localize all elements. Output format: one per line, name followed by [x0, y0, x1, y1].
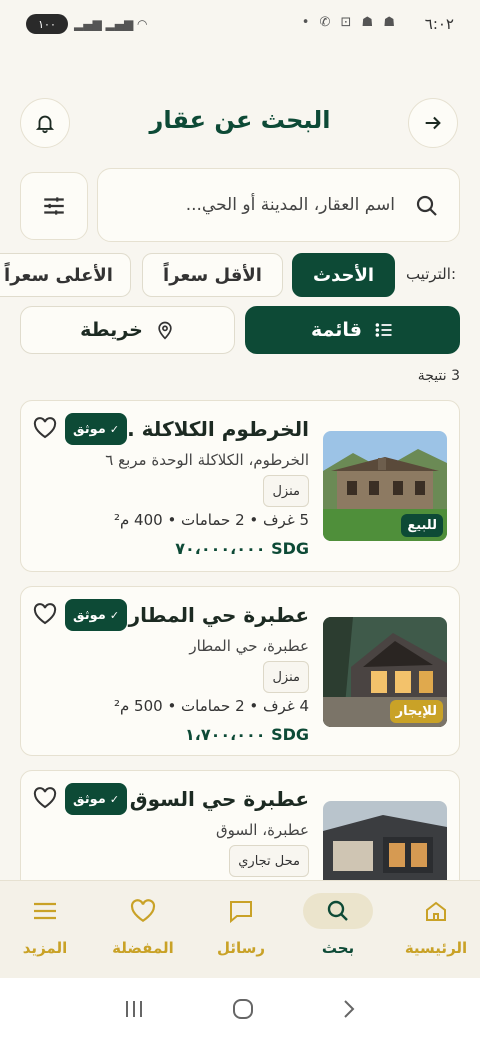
- sort-highest-price[interactable]: الأعلى سعراً: [0, 253, 131, 297]
- favorite-button[interactable]: [33, 787, 57, 813]
- favorite-button[interactable]: [33, 603, 57, 629]
- verified-label: موثق: [73, 421, 106, 437]
- nav-favorites[interactable]: المفضلة: [95, 881, 191, 979]
- nav-home-label: الرئيسية: [404, 939, 468, 957]
- nav-home[interactable]: الرئيسية: [388, 881, 480, 979]
- favorite-button[interactable]: [33, 417, 57, 443]
- page-title: البحث عن عقار: [149, 106, 331, 134]
- nav-more-label: المزيد: [22, 939, 68, 957]
- listing-specs: 5 غرف • 2 حمامات • 400 م²: [113, 511, 309, 529]
- map-pin-icon: [158, 321, 172, 340]
- listing-price: SDG ١،٧٠٠،٠٠٠: [184, 725, 309, 744]
- battery-icon: ١٠٠: [26, 14, 68, 34]
- search-icon: [303, 893, 373, 929]
- verified-badge: ✓ موثق: [65, 783, 128, 815]
- check-circle-icon: ✓: [109, 792, 120, 806]
- listing-title: عطبرة حي المطار: [128, 603, 309, 627]
- signal-icon: ▂▄▆ ▂▄▆ ◠: [74, 17, 148, 31]
- recent-apps-icon[interactable]: [123, 999, 145, 1019]
- listing-status-badge: للبيع: [401, 514, 443, 537]
- battery-group: ١٠٠ ▂▄▆ ▂▄▆ ◠: [26, 14, 147, 34]
- nav-search[interactable]: بحث: [290, 881, 386, 979]
- list-view-button[interactable]: قائمة: [245, 306, 460, 354]
- filter-button[interactable]: [20, 172, 88, 240]
- property-type-chip: منزل: [263, 475, 309, 507]
- heart-icon: [33, 787, 57, 809]
- notification-button[interactable]: [20, 98, 70, 148]
- listing-card[interactable]: للإيجار عطبرة حي المطار ✓ موثق عطبرة، حي…: [20, 586, 460, 756]
- back-chevron-icon[interactable]: [341, 998, 357, 1020]
- property-type-chip: محل تجاري: [229, 845, 309, 877]
- status-bar: ١٠٠ ▂▄▆ ▂▄▆ ◠ • ✆ ⊡ ☗ ☗ ٦:٠٢: [0, 0, 480, 52]
- check-circle-icon: ✓: [109, 608, 120, 622]
- list-icon: [375, 323, 392, 337]
- listing-title: الخرطوم الكلاكلة ...: [111, 417, 309, 441]
- notification-icons: • ✆ ⊡ ☗ ☗: [301, 15, 398, 30]
- property-type-chip: منزل: [263, 661, 309, 693]
- bell-icon: [35, 115, 55, 134]
- heart-icon: [113, 893, 173, 929]
- heart-icon: [33, 603, 57, 625]
- message-icon: [211, 893, 271, 929]
- map-view-button[interactable]: خريطة: [20, 306, 235, 354]
- search-placeholder: اسم العقار، المدينة أو الحي...: [185, 195, 395, 215]
- listing-title: عطبرة حي السوق: [129, 787, 309, 811]
- listing-specs: 4 غرف • 2 حمامات • 500 م²: [113, 697, 309, 715]
- result-count: 3 نتيجة: [417, 368, 460, 384]
- listing-location: الخرطوم، الكلاكلة الوحدة مربع ٦: [105, 451, 309, 469]
- heart-icon: [33, 417, 57, 439]
- listing-price: SDG ٧٠،٠٠٠،٠٠٠: [175, 539, 309, 558]
- verified-badge: ✓ موثق: [65, 413, 128, 445]
- arrow-right-icon: [425, 116, 441, 130]
- home-icon: [406, 893, 466, 929]
- nav-messages[interactable]: رسائل: [193, 881, 289, 979]
- bottom-navigation: الرئيسية بحث رسائل المفضلة المزيد: [0, 880, 480, 978]
- nav-messages-label: رسائل: [216, 939, 266, 957]
- listing-location: عطبرة، حي المطار: [189, 637, 309, 655]
- sliders-icon: [44, 197, 64, 215]
- listing-card[interactable]: للبيع الخرطوم الكلاكلة ... ✓ موثق الخرطو…: [20, 400, 460, 572]
- verified-badge: ✓ موثق: [65, 599, 128, 631]
- search-input[interactable]: اسم العقار، المدينة أو الحي...: [97, 168, 460, 242]
- listing-location: عطبرة، السوق: [215, 821, 309, 839]
- back-button[interactable]: [408, 98, 458, 148]
- listing-image: للبيع: [323, 431, 447, 541]
- nav-more[interactable]: المزيد: [0, 881, 93, 979]
- nav-favorites-label: المفضلة: [112, 939, 174, 957]
- verified-label: موثق: [73, 791, 106, 807]
- listing-status-badge: للإيجار: [389, 700, 443, 723]
- clock: ٦:٠٢: [424, 15, 454, 33]
- check-circle-icon: ✓: [109, 422, 120, 436]
- sort-lowest-price[interactable]: الأقل سعراً: [142, 253, 283, 297]
- map-view-label: خريطة: [80, 319, 143, 341]
- sort-newest[interactable]: الأحدث: [292, 253, 395, 297]
- list-view-label: قائمة: [311, 319, 362, 341]
- sort-label: الترتيب:: [405, 265, 456, 283]
- search-icon: [415, 194, 439, 222]
- listing-image: للإيجار: [323, 617, 447, 727]
- menu-icon: [15, 893, 75, 929]
- nav-search-label: بحث: [321, 939, 355, 957]
- system-navigation: [0, 978, 480, 1040]
- home-circle-icon[interactable]: [232, 998, 254, 1020]
- verified-label: موثق: [73, 607, 106, 623]
